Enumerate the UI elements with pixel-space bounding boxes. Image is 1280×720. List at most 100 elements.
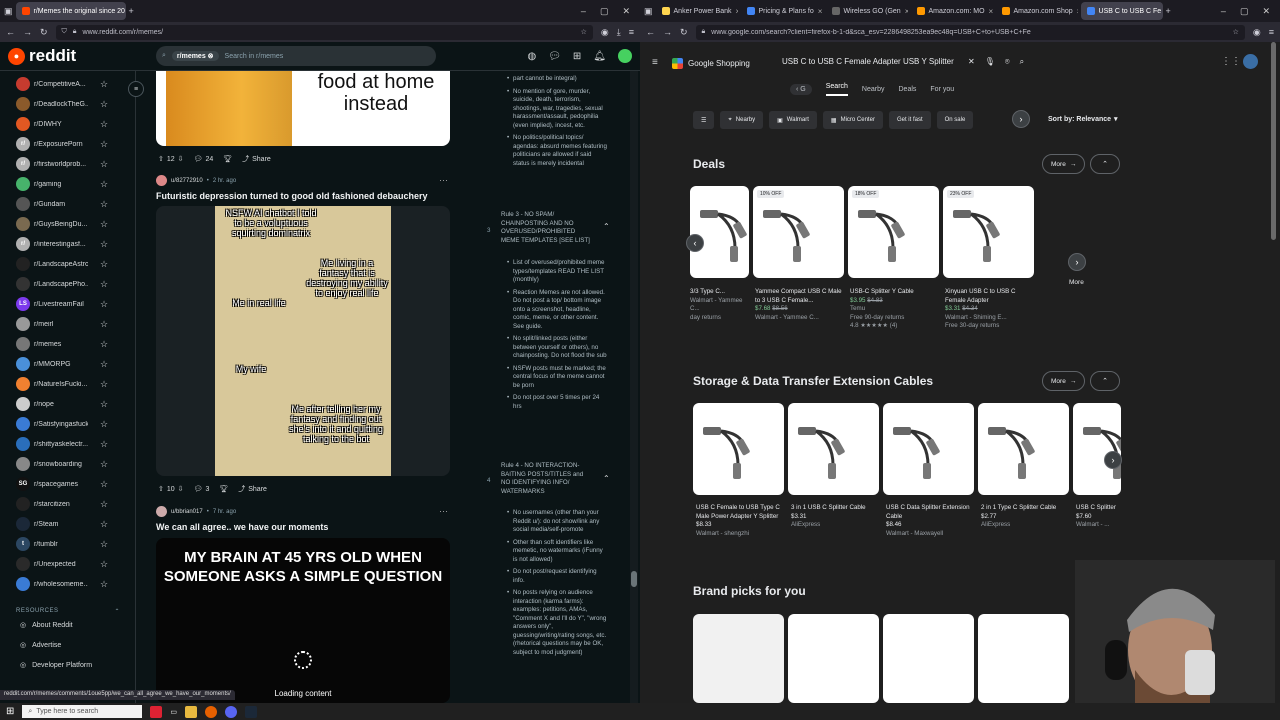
product-title[interactable]: 3 in 1 USB C Splitter Cable	[791, 504, 883, 513]
filter-chip[interactable]: ⌖ Nearby	[720, 111, 764, 129]
post-author[interactable]: u/82772910	[171, 178, 203, 184]
filter-chip[interactable]: Get it fast	[888, 111, 931, 129]
storage-product-card[interactable]	[788, 403, 879, 495]
product-title[interactable]: 2 in 1 Type C Splitter Cable	[981, 504, 1073, 513]
chevron-right-icon[interactable]: ›	[1012, 110, 1030, 128]
brand-card[interactable]	[883, 614, 974, 703]
firefox-icon[interactable]	[205, 705, 218, 718]
sidebar-item[interactable]: LS r/LivestreamFail ☆	[0, 294, 135, 314]
storage-product-card[interactable]	[978, 403, 1069, 495]
bookmark-star-icon[interactable]: ☆	[581, 28, 587, 36]
maximize-icon[interactable]: ▢	[600, 6, 609, 17]
resources-header[interactable]: RESOURCES ⌃	[0, 608, 120, 615]
favorite-star-icon[interactable]: ☆	[100, 179, 108, 190]
hamburger-icon[interactable]: ≡	[652, 57, 658, 68]
filter-chip[interactable]: ▦ Micro Center	[822, 111, 883, 129]
sidebar-item[interactable]: r/LandscapePho... ☆	[0, 274, 135, 294]
browser-tab[interactable]: Pricing & Plans fo ×	[741, 2, 823, 20]
resource-link[interactable]: ◎ Developer Platform	[0, 655, 135, 675]
reload-icon[interactable]: ↻	[40, 27, 48, 38]
browser-tab[interactable]: Anker Power Bank×	[656, 2, 738, 20]
task-view-icon[interactable]: ▭	[170, 708, 177, 716]
favorite-star-icon[interactable]: ☆	[100, 539, 108, 550]
filter-chip[interactable]: On sale	[936, 111, 974, 129]
favorite-star-icon[interactable]: ☆	[100, 439, 108, 450]
carousel-next-icon[interactable]: ›	[1104, 451, 1122, 469]
notifications-icon[interactable]: 🔔︎	[593, 51, 606, 62]
vote-control[interactable]: ⇧ 12 ⇩	[158, 155, 184, 164]
favorite-star-icon[interactable]: ☆	[100, 139, 108, 150]
favorite-star-icon[interactable]: ☆	[100, 479, 108, 490]
user-avatar[interactable]	[156, 506, 167, 517]
sidebar-item[interactable]: r/r/interestingasf... ☆	[0, 234, 135, 254]
steam-icon[interactable]	[245, 705, 258, 718]
favorite-star-icon[interactable]: ☆	[100, 219, 108, 230]
product-title[interactable]: USB C Female to USB Type C Male Power Ad…	[696, 504, 788, 521]
taskbar-search[interactable]: ⌕ Type here to search	[22, 705, 143, 718]
search-tab[interactable]: Deals	[899, 86, 917, 93]
sidebar-item[interactable]: r/MMORPG ☆	[0, 354, 135, 374]
sidebar-toggle-icon[interactable]: ▣	[644, 6, 653, 17]
deals-collapse-button[interactable]: ⌃	[1090, 154, 1120, 174]
search-query-input[interactable]: USB C to USB C Female Adapter USB Y Spli…	[782, 57, 1062, 67]
search-chip[interactable]: r/memes ⊗	[171, 51, 219, 61]
create-post-icon[interactable]: ⊞	[573, 51, 581, 62]
favorite-star-icon[interactable]: ☆	[100, 319, 108, 330]
carousel-prev-icon[interactable]: ‹	[686, 234, 704, 252]
back-icon[interactable]: ←	[6, 27, 15, 37]
storage-more-button[interactable]: More →	[1042, 371, 1086, 391]
favorite-star-icon[interactable]: ☆	[100, 199, 108, 210]
extension-icon[interactable]: ◉	[1253, 27, 1261, 38]
sidebar-item[interactable]: r/r/ExposurePorn ☆	[0, 134, 135, 154]
mic-icon[interactable]: 🎙︎	[985, 57, 995, 67]
sidebar-item[interactable]: r/r/firstworldprob... ☆	[0, 154, 135, 174]
sidebar-item[interactable]: r/DeadlockTheG... ☆	[0, 94, 135, 114]
discord-icon[interactable]	[225, 705, 238, 718]
close-window-icon[interactable]: ✕	[1262, 6, 1270, 17]
post-image-drake[interactable]: food at home instead	[156, 71, 450, 146]
comments-button[interactable]: 💬︎ 24	[194, 155, 214, 164]
sidebar-item[interactable]: r/DIWHY ☆	[0, 114, 135, 134]
sidebar-toggle-icon[interactable]: ▣	[4, 6, 13, 17]
google-shopping-logo[interactable]: Google Shopping	[672, 58, 750, 69]
menu-icon[interactable]: ≡	[629, 27, 634, 37]
sidebar-item[interactable]: r/LandscapeAstro ☆	[0, 254, 135, 274]
favorite-star-icon[interactable]: ☆	[100, 279, 108, 290]
sidebar-item[interactable]: r/nope ☆	[0, 394, 135, 414]
comments-button[interactable]: 💬︎ 3	[194, 485, 210, 494]
post-options-icon[interactable]: ···	[439, 506, 448, 516]
advertise-icon[interactable]: ◍	[527, 51, 536, 62]
brand-card[interactable]	[693, 614, 784, 703]
clear-icon[interactable]: ✕	[968, 57, 975, 67]
resource-link[interactable]: ◎ About Reddit	[0, 615, 135, 635]
minimize-icon[interactable]: –	[581, 6, 586, 17]
sidebar-item[interactable]: t r/tumblr ☆	[0, 534, 135, 554]
reddit-logo[interactable]: ● reddit	[8, 46, 156, 66]
sidebar-item[interactable]: r/GuysBeingDu... ☆	[0, 214, 135, 234]
new-tab-icon[interactable]: +	[1166, 6, 1171, 16]
flower-icon[interactable]	[150, 705, 163, 718]
favorite-star-icon[interactable]: ☆	[100, 499, 108, 510]
favorite-star-icon[interactable]: ☆	[100, 299, 108, 310]
windows-start-icon[interactable]: ⊞	[6, 706, 14, 717]
storage-collapse-button[interactable]: ⌃	[1090, 371, 1120, 391]
search-tab[interactable]: Search	[825, 83, 848, 96]
product-title[interactable]: USB-C Splitter Y Cable	[850, 288, 942, 297]
product-title[interactable]: Yammee Compact USB C Male to 3 USB C Fem…	[755, 288, 847, 305]
new-tab-icon[interactable]: +	[129, 6, 134, 16]
product-title[interactable]: 3/3 Type C...	[690, 288, 748, 297]
post-title[interactable]: Futuristic depression turned to good old…	[156, 191, 428, 201]
sidebar-item[interactable]: r/Gundam ☆	[0, 194, 135, 214]
rule-3-title[interactable]: Rule 3 - NO SPAM/ CHAINPOSTING AND NO OV…	[501, 211, 591, 245]
close-tab-icon[interactable]: ×	[736, 7, 738, 16]
scrollbar-thumb[interactable]	[1271, 42, 1276, 240]
avatar[interactable]	[618, 49, 632, 63]
collapse-sidebar-button[interactable]: ≡	[128, 81, 144, 97]
deals-more-button[interactable]: More →	[1042, 154, 1086, 174]
browser-tab[interactable]: Amazon.com Shop×	[996, 2, 1078, 20]
deal-product-card[interactable]	[690, 186, 749, 278]
sidebar-item[interactable]: r/wholesomeme... ☆	[0, 574, 135, 594]
search-tab[interactable]: Nearby	[862, 86, 885, 93]
rule-4-title[interactable]: Rule 4 - NO INTERACTION-BAITING POSTS/TI…	[501, 462, 591, 496]
favorite-star-icon[interactable]: ☆	[100, 579, 108, 590]
